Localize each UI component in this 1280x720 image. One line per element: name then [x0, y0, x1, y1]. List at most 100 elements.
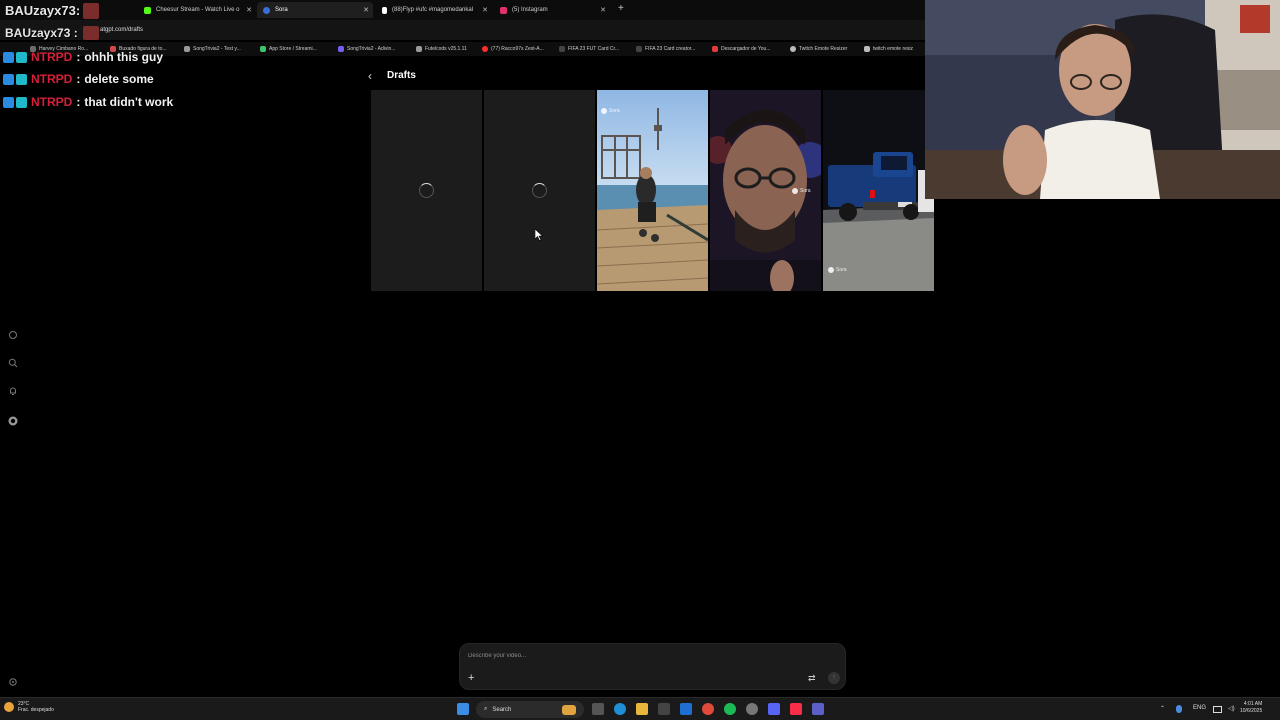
microphone-icon[interactable]	[1176, 705, 1182, 713]
new-tab-button[interactable]: +	[618, 3, 624, 14]
watermark-label: Sora	[800, 188, 811, 194]
settings-toggle-icon[interactable]: ⇄	[808, 673, 816, 684]
chat-message-text: that didn't work	[84, 95, 174, 109]
chat-message-sep: :	[76, 95, 81, 109]
weather-sun-icon	[4, 702, 14, 712]
add-media-button[interactable]: +	[468, 672, 474, 684]
bookmark-icon	[338, 46, 344, 52]
bookmark-label: Futelcods v25.1.11	[425, 46, 467, 52]
settings-icon[interactable]	[8, 677, 18, 687]
back-button[interactable]: ‹	[368, 69, 372, 83]
task-view-icon[interactable]	[592, 703, 604, 715]
bookmark-item[interactable]: SongTrivia2 - Test y...	[184, 46, 241, 52]
weather-desc: Frac. despejado	[18, 707, 54, 713]
music-icon[interactable]	[790, 703, 802, 715]
edge-icon[interactable]	[614, 703, 626, 715]
sora-logo-icon	[828, 267, 834, 273]
tab-favicon-icon	[144, 6, 151, 14]
chat-message-user: NTRPD	[31, 95, 73, 109]
bookmark-label: FIFA 23 Card creator...	[645, 46, 696, 52]
search-icon[interactable]	[8, 358, 18, 368]
bookmark-icon	[260, 46, 266, 52]
chat-message-sep: :	[76, 72, 81, 86]
profile-icon[interactable]	[8, 416, 18, 426]
chrome-icon[interactable]	[702, 703, 714, 715]
bookmark-label: twitch emote resiz	[873, 46, 914, 52]
draft-card-video[interactable]: Sora	[597, 90, 708, 291]
browser-tab-active[interactable]: Sora ✕	[257, 2, 373, 18]
tab-favicon-icon	[382, 6, 387, 14]
chat-username-overlay: BAUzayx73 :	[5, 26, 78, 40]
teams-icon[interactable]	[812, 703, 824, 715]
mouse-cursor-icon	[535, 229, 543, 241]
chat-message-user: NTRPD	[31, 72, 73, 86]
sora-watermark: Sora	[601, 108, 620, 114]
taskbar-clock[interactable]: 4:01 AM 10/6/2025	[1240, 701, 1262, 715]
address-bar[interactable]: atgpt.com/drafts	[0, 20, 925, 40]
tab-favicon-icon	[263, 6, 270, 14]
browser-tab[interactable]: Cheesur Stream - Watch Live o ✕	[138, 2, 256, 18]
watermark-label: Sora	[836, 267, 847, 273]
chat-message: NTRPD : ohhh this guy	[3, 50, 163, 64]
language-indicator[interactable]: ENG	[1193, 705, 1206, 711]
draft-card-video[interactable]: Sora	[823, 90, 934, 291]
truck-video-thumbnail	[823, 90, 934, 291]
bookmark-icon	[482, 46, 488, 52]
store-icon[interactable]	[658, 703, 670, 715]
chat-badge-icon	[3, 73, 14, 85]
bookmark-item[interactable]: Futelcods v25.1.11	[416, 46, 467, 52]
network-icon[interactable]	[1213, 706, 1222, 713]
bookmark-icon	[712, 46, 718, 52]
volume-icon[interactable]: ◁)	[1228, 705, 1235, 712]
url-text[interactable]: atgpt.com/drafts	[100, 27, 143, 33]
chat-badge-icon	[3, 51, 14, 63]
bookmark-item[interactable]: FIFA 23 Card creator...	[636, 46, 695, 52]
taskbar-search[interactable]: ⌕ Search	[476, 701, 584, 718]
bookmark-label: Twitch Emote Resizer	[799, 46, 848, 52]
bookmark-label: Descargador de You...	[721, 46, 771, 52]
browser-tab[interactable]: (88)Flyp #ufc #magomedankal ✕	[376, 2, 492, 18]
loading-spinner-icon	[532, 183, 547, 198]
chat-badge-icon	[16, 73, 27, 85]
watermark-label: Sora	[609, 108, 620, 114]
bookmark-item[interactable]: FIFA 23 FUT Card Cr...	[559, 46, 619, 52]
prompt-composer: + ⇄ ↑	[459, 643, 846, 690]
windows-start-icon[interactable]	[457, 703, 469, 715]
bookmark-item[interactable]: Descargador de You...	[712, 46, 770, 52]
close-tab-icon[interactable]: ✕	[600, 6, 606, 14]
home-icon[interactable]	[8, 330, 18, 340]
mail-icon[interactable]	[680, 703, 692, 715]
sora-logo-icon	[792, 188, 798, 194]
bookmark-item[interactable]: (77) Racco97s Zest-A...	[482, 46, 544, 52]
sora-watermark: Sora	[828, 267, 847, 273]
tray-chevron-icon[interactable]: ⌃	[1160, 705, 1165, 712]
chat-message-text: ohhh this guy	[84, 50, 163, 64]
notifications-icon[interactable]	[8, 386, 18, 396]
bookmark-item[interactable]: SongTrivia2 - Adivin...	[338, 46, 395, 52]
page-title: Drafts	[387, 70, 416, 81]
bookmark-label: (77) Racco97s Zest-A...	[491, 46, 544, 52]
describe-video-input[interactable]	[468, 653, 768, 659]
bookmark-item[interactable]: Twitch Emote Resizer	[790, 46, 847, 52]
sora-logo-icon	[601, 108, 607, 114]
obs-icon[interactable]	[746, 703, 758, 715]
file-explorer-icon[interactable]	[636, 703, 648, 715]
bookmark-item[interactable]: twitch emote resiz	[864, 46, 913, 52]
close-tab-icon[interactable]: ✕	[482, 6, 488, 14]
send-button[interactable]: ↑	[828, 672, 840, 684]
clock-time: 4:01 AM	[1243, 701, 1263, 707]
tab-label: Cheesur Stream - Watch Live o	[156, 7, 240, 13]
browser-tab[interactable]: (5) Instagram ✕	[494, 2, 610, 18]
close-tab-icon[interactable]: ✕	[363, 6, 369, 14]
bookmark-item[interactable]: App Store / Streami...	[260, 46, 317, 52]
draft-card-loading[interactable]	[371, 90, 482, 291]
draft-card-video[interactable]: Sora	[710, 90, 821, 291]
discord-icon[interactable]	[768, 703, 780, 715]
close-tab-icon[interactable]: ✕	[246, 6, 252, 14]
draft-card-loading[interactable]	[484, 90, 595, 291]
spotify-icon[interactable]	[724, 703, 736, 715]
bookmark-icon	[636, 46, 642, 52]
weather-widget[interactable]: 23°C Frac. despejado	[4, 701, 54, 713]
bookmark-icon	[416, 46, 422, 52]
bookmark-icon	[864, 46, 870, 52]
